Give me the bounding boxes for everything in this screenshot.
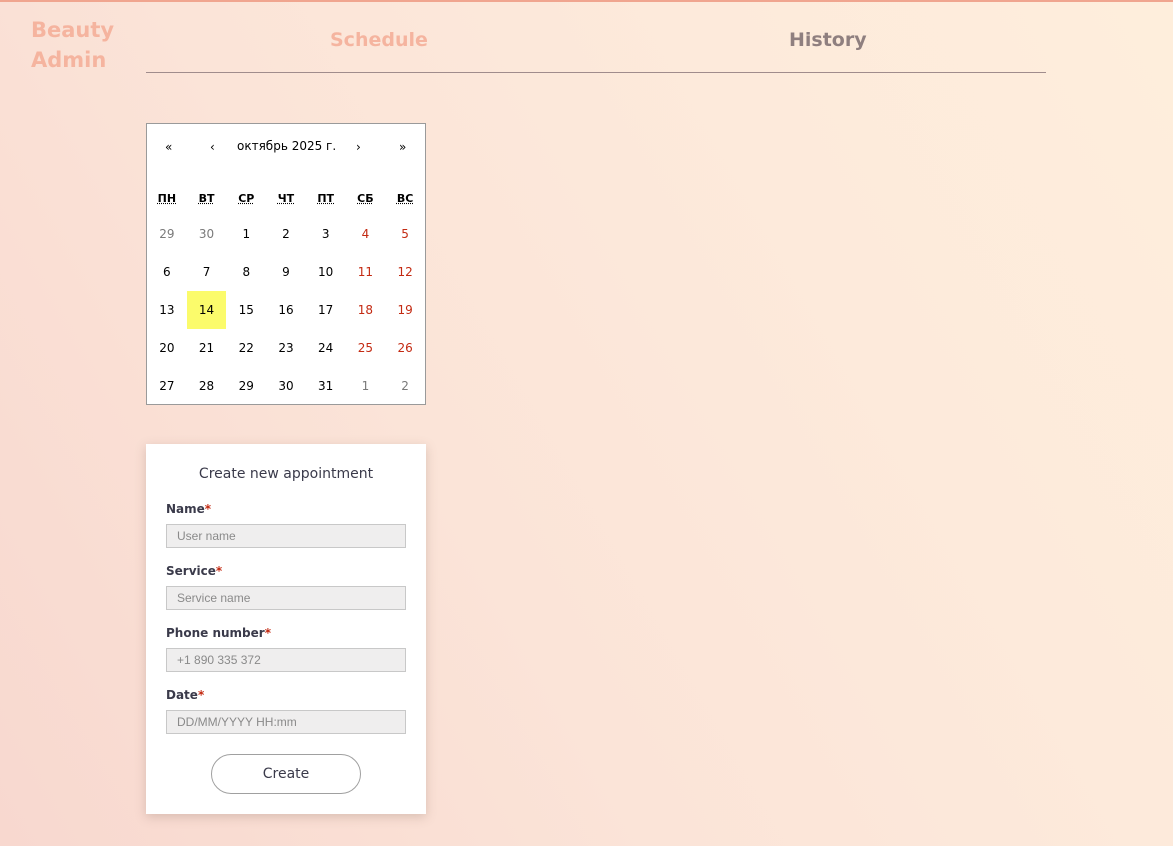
logo-line-2: Admin bbox=[31, 48, 107, 72]
calendar-month-title[interactable]: октябрь 2025 г. bbox=[237, 139, 336, 153]
calendar-day[interactable]: 15 bbox=[226, 291, 266, 329]
calendar-day[interactable]: 31 bbox=[306, 367, 346, 405]
calendar-day[interactable]: 27 bbox=[147, 367, 187, 405]
calendar-day[interactable]: 23 bbox=[266, 329, 306, 367]
tab-schedule[interactable]: Schedule bbox=[330, 29, 428, 51]
tab-history[interactable]: History bbox=[789, 29, 867, 51]
calendar-day[interactable]: 18 bbox=[346, 291, 386, 329]
calendar-day[interactable]: 3 bbox=[306, 215, 346, 253]
calendar-day[interactable]: 7 bbox=[187, 253, 227, 291]
calendar-day[interactable]: 4 bbox=[346, 215, 386, 253]
calendar-day[interactable]: 28 bbox=[187, 367, 227, 405]
required-mark: * bbox=[264, 626, 271, 640]
calendar-day[interactable]: 2 bbox=[266, 215, 306, 253]
service-label: Service* bbox=[166, 564, 222, 578]
calendar-day[interactable]: 29 bbox=[147, 215, 187, 253]
logo-line-1: Beauty bbox=[31, 18, 115, 42]
phone-input[interactable] bbox=[166, 648, 406, 672]
next-month-button[interactable]: › bbox=[356, 140, 361, 154]
calendar-day[interactable]: 13 bbox=[147, 291, 187, 329]
create-button[interactable]: Create bbox=[211, 754, 361, 794]
appointment-form: Create new appointment Name* Service* Ph… bbox=[146, 444, 426, 814]
calendar: « ‹ октябрь 2025 г. › » ПН ВТ СР ЧТ ПТ СБ ВС 2… bbox=[146, 123, 426, 405]
name-label: Name* bbox=[166, 502, 211, 516]
required-mark: * bbox=[197, 688, 205, 702]
form-title: Create new appointment bbox=[198, 466, 374, 482]
weekday-label: ЧТ bbox=[277, 192, 295, 205]
calendar-day[interactable]: 30 bbox=[266, 367, 306, 405]
required-mark: * bbox=[204, 502, 212, 516]
calendar-day[interactable]: 1 bbox=[226, 215, 266, 253]
required-mark: * bbox=[215, 564, 223, 578]
weekday-label: ПН bbox=[157, 192, 177, 205]
weekday-label: ВС bbox=[396, 192, 414, 205]
calendar-day[interactable]: 30 bbox=[187, 215, 227, 253]
calendar-day[interactable]: 12 bbox=[385, 253, 425, 291]
calendar-day[interactable]: 25 bbox=[346, 329, 386, 367]
calendar-day[interactable]: 21 bbox=[187, 329, 227, 367]
name-input[interactable] bbox=[166, 524, 406, 548]
weekday-label: ПТ bbox=[317, 192, 335, 205]
next-year-button[interactable]: » bbox=[399, 140, 406, 154]
service-label-text: Service bbox=[166, 564, 216, 578]
app-logo: Beauty Admin bbox=[31, 15, 114, 75]
calendar-day[interactable]: 22 bbox=[226, 329, 266, 367]
top-nav: Schedule History bbox=[146, 2, 1046, 73]
calendar-day[interactable]: 26 bbox=[385, 329, 425, 367]
prev-year-button[interactable]: « bbox=[165, 140, 172, 154]
calendar-day[interactable]: 10 bbox=[306, 253, 346, 291]
phone-label: Phone number* bbox=[166, 626, 271, 640]
calendar-day[interactable]: 5 bbox=[385, 215, 425, 253]
prev-month-button[interactable]: ‹ bbox=[210, 140, 215, 154]
date-input[interactable] bbox=[166, 710, 406, 734]
calendar-day[interactable]: 8 bbox=[226, 253, 266, 291]
name-label-text: Name bbox=[166, 502, 205, 516]
calendar-day[interactable]: 9 bbox=[266, 253, 306, 291]
calendar-day[interactable]: 6 bbox=[147, 253, 187, 291]
weekday-label: ВТ bbox=[198, 192, 215, 205]
date-label: Date* bbox=[166, 688, 204, 702]
calendar-day[interactable]: 1 bbox=[346, 367, 386, 405]
calendar-day[interactable]: 24 bbox=[306, 329, 346, 367]
calendar-day[interactable]: 11 bbox=[346, 253, 386, 291]
calendar-day[interactable]: 29 bbox=[226, 367, 266, 405]
calendar-day[interactable]: 19 bbox=[385, 291, 425, 329]
phone-label-text: Phone number bbox=[166, 626, 265, 640]
date-label-text: Date bbox=[166, 688, 198, 702]
calendar-day[interactable]: 16 bbox=[266, 291, 306, 329]
weekday-header: ПН ВТ СР ЧТ ПТ СБ ВС bbox=[147, 192, 425, 208]
weekday-label: СБ bbox=[357, 192, 374, 205]
calendar-day[interactable]: 2 bbox=[385, 367, 425, 405]
weekday-label: СР bbox=[238, 192, 255, 205]
calendar-day-today[interactable]: 14 bbox=[186, 291, 227, 329]
calendar-day[interactable]: 20 bbox=[147, 329, 187, 367]
calendar-day[interactable]: 17 bbox=[306, 291, 346, 329]
service-input[interactable] bbox=[166, 586, 406, 610]
